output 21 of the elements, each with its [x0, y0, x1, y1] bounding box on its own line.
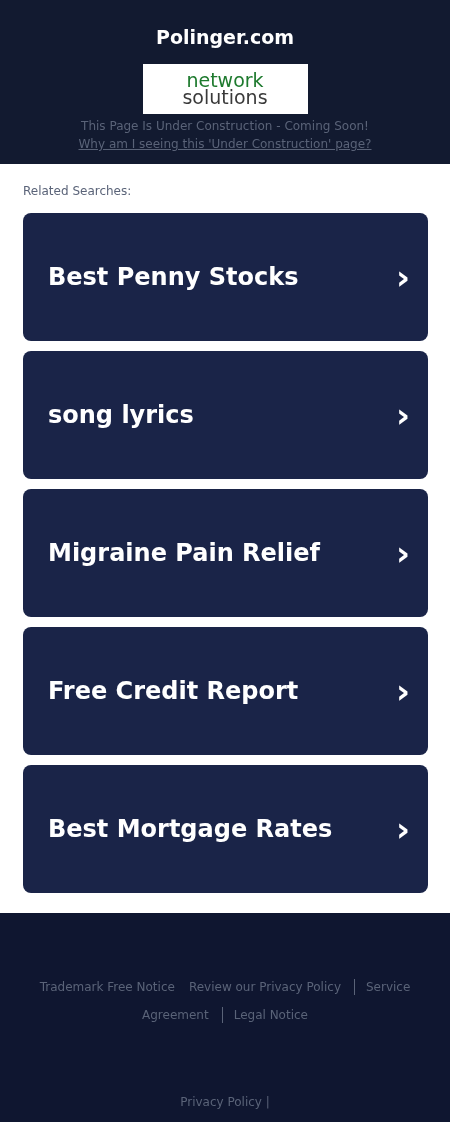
- footer-link[interactable]: Service: [354, 979, 418, 995]
- chevron-icon: ›: [396, 257, 410, 297]
- footer-link[interactable]: Trademark Free Notice: [32, 979, 182, 995]
- footer-link[interactable]: Review our Privacy Policy: [181, 979, 348, 995]
- footer-link[interactable]: Legal Notice: [221, 1007, 315, 1023]
- privacy-link[interactable]: Privacy Policy |: [173, 1094, 277, 1110]
- search-link[interactable]: Best Mortgage Rates ›: [23, 765, 428, 893]
- search-link[interactable]: song lyrics ›: [23, 351, 428, 479]
- search-link[interactable]: Migraine Pain Relief ›: [23, 489, 428, 617]
- chevron-icon: ›: [396, 809, 410, 849]
- chevron-icon: ›: [396, 395, 410, 435]
- construction-notice: This Page Is Under Construction - Coming Soon!: [80, 119, 370, 133]
- chevron-icon: ›: [396, 671, 410, 711]
- why-link[interactable]: Why am I seeing this 'Under Construction' page?: [78, 137, 372, 151]
- search-link[interactable]: Free Credit Report ›: [23, 627, 428, 755]
- section-heading: Related Searches:: [23, 184, 133, 198]
- site-title: Polinger.com: [155, 26, 295, 48]
- footer-link[interactable]: Agreement: [135, 1007, 216, 1023]
- logo: network solutions: [142, 64, 308, 114]
- chevron-icon: ›: [396, 533, 410, 573]
- search-link[interactable]: Best Penny Stocks ›: [23, 213, 428, 341]
